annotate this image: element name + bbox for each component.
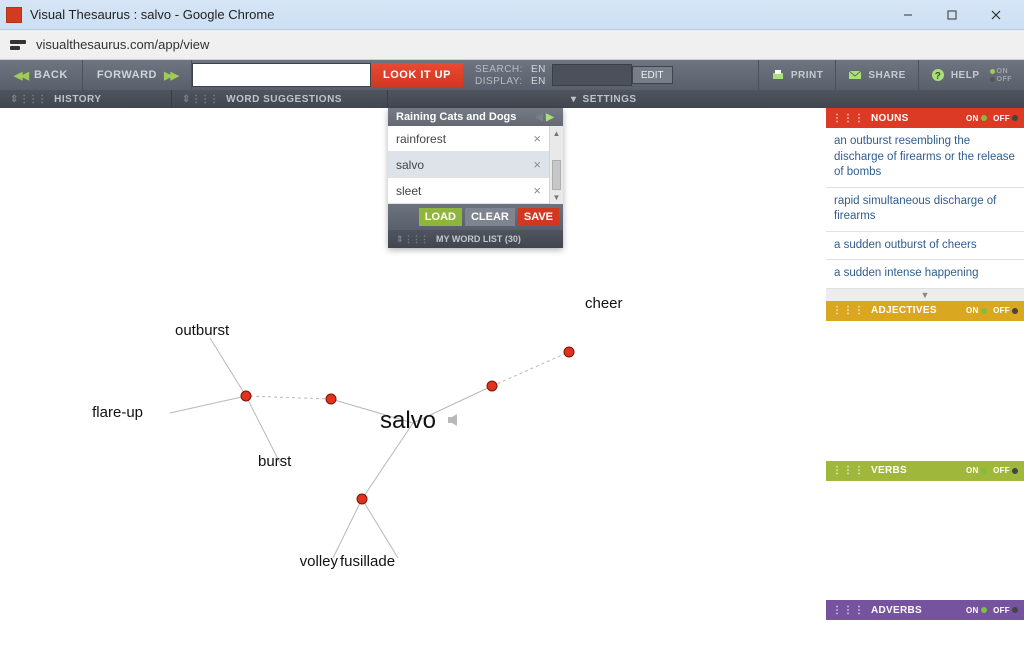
word-suggestions-section[interactable]: ⇕ ⋮⋮⋮WORD SUGGESTIONS [172, 90, 388, 108]
main-toolbar: ◀◀ BACK FORWARD ▶▶ LOOK IT UP SEARCH:EN … [0, 60, 1024, 90]
adverbs-header[interactable]: ⋮⋮⋮ADVERBS ON OFF [826, 600, 1024, 620]
node-label[interactable]: volley [300, 553, 339, 570]
history-section[interactable]: ⇕ ⋮⋮⋮HISTORY [0, 90, 172, 108]
browser-titlebar: Visual Thesaurus : salvo - Google Chrome [0, 0, 1024, 30]
scroll-down-icon[interactable]: ▼ [550, 190, 563, 204]
center-word[interactable]: salvo [380, 407, 436, 434]
node-label[interactable]: cheer [585, 295, 623, 312]
node-label[interactable]: flare-up [92, 404, 143, 421]
language-field[interactable] [552, 64, 632, 86]
wordlist-item[interactable]: sleet× [388, 178, 549, 204]
minimize-button[interactable] [886, 0, 930, 30]
site-settings-icon[interactable] [10, 37, 26, 53]
graph-node[interactable] [241, 391, 251, 401]
graph-node[interactable] [357, 494, 367, 504]
url-text: visualthesaurus.com/app/view [36, 37, 209, 52]
graph-node[interactable] [487, 381, 497, 391]
favicon [6, 7, 22, 23]
graph-node[interactable] [564, 347, 574, 357]
forward-button[interactable]: FORWARD ▶▶ [83, 60, 192, 90]
wordlist-title: Raining Cats and Dogs [396, 111, 516, 123]
remove-icon[interactable]: × [533, 157, 541, 172]
load-button[interactable]: LOAD [419, 208, 462, 226]
clear-button[interactable]: CLEAR [465, 208, 515, 226]
secondary-toolbar: ⇕ ⋮⋮⋮HISTORY ⇕ ⋮⋮⋮WORD SUGGESTIONS ▾SETT… [0, 90, 1024, 108]
graph-node[interactable] [326, 394, 336, 404]
save-button[interactable]: SAVE [518, 208, 559, 226]
help-button[interactable]: ? HELP ON OFF [918, 60, 1024, 90]
close-button[interactable] [974, 0, 1018, 30]
node-label[interactable]: burst [258, 453, 292, 470]
definition-item[interactable]: a sudden intense happening [826, 260, 1024, 289]
remove-icon[interactable]: × [533, 183, 541, 198]
definition-item[interactable]: an outburst resembling the discharge of … [826, 128, 1024, 188]
share-icon [848, 68, 862, 82]
wordlist-header[interactable]: Raining Cats and Dogs ◀▶ [388, 108, 563, 126]
wordlist-items: rainforest× salvo× sleet× ▲ ▼ [388, 126, 563, 204]
address-bar[interactable]: visualthesaurus.com/app/view [0, 30, 1024, 60]
lookup-button[interactable]: LOOK IT UP [371, 63, 463, 87]
edit-button[interactable]: EDIT [632, 66, 673, 84]
nouns-header[interactable]: ⋮⋮⋮NOUNS ON OFF [826, 108, 1024, 128]
wordlist-scrollbar[interactable]: ▲ ▼ [549, 126, 563, 204]
noun-definitions: an outburst resembling the discharge of … [826, 128, 1024, 301]
svg-text:?: ? [935, 71, 942, 82]
maximize-button[interactable] [930, 0, 974, 30]
wordlist-item[interactable]: rainforest× [388, 126, 549, 152]
speaker-icon[interactable] [448, 414, 457, 426]
verbs-header[interactable]: ⋮⋮⋮VERBS ON OFF [826, 461, 1024, 481]
settings-menu[interactable]: ▾SETTINGS [563, 90, 645, 108]
definition-item[interactable]: rapid simultaneous discharge of firearms [826, 188, 1024, 232]
help-onoff-toggle[interactable]: ON OFF [990, 68, 1013, 83]
window-title: Visual Thesaurus : salvo - Google Chrome [30, 7, 886, 22]
language-display: SEARCH:EN DISPLAY:EN [463, 60, 552, 90]
back-button[interactable]: ◀◀ BACK [0, 60, 83, 90]
scroll-up-icon[interactable]: ▲ [550, 126, 563, 140]
scroll-thumb[interactable] [552, 160, 561, 190]
wordlist-next[interactable]: ▶ [545, 112, 555, 123]
share-button[interactable]: SHARE [835, 60, 918, 90]
wordlist-footer[interactable]: ⇕ ⋮⋮⋮MY WORD LIST (30) [388, 230, 563, 248]
remove-icon[interactable]: × [533, 131, 541, 146]
wordlist-panel: Raining Cats and Dogs ◀▶ rainforest× sal… [388, 108, 563, 248]
adjectives-header[interactable]: ⋮⋮⋮ADJECTIVES ON OFF [826, 301, 1024, 321]
search-input[interactable] [192, 63, 371, 87]
print-icon [771, 68, 785, 82]
meanings-panel: ⋮⋮⋮NOUNS ON OFF an outburst resembling t… [826, 108, 1024, 665]
scroll-down-icon[interactable]: ▼ [826, 289, 1024, 301]
wordlist-prev[interactable]: ◀ [534, 112, 544, 123]
wordlist-buttons: LOAD CLEAR SAVE [388, 204, 563, 230]
print-button[interactable]: PRINT [758, 60, 836, 90]
help-icon: ? [931, 68, 945, 82]
wordlist-item[interactable]: salvo× [388, 152, 549, 178]
node-label[interactable]: fusillade [340, 553, 395, 570]
definition-item[interactable]: a sudden outburst of cheers [826, 232, 1024, 261]
node-label[interactable]: outburst [175, 322, 230, 339]
